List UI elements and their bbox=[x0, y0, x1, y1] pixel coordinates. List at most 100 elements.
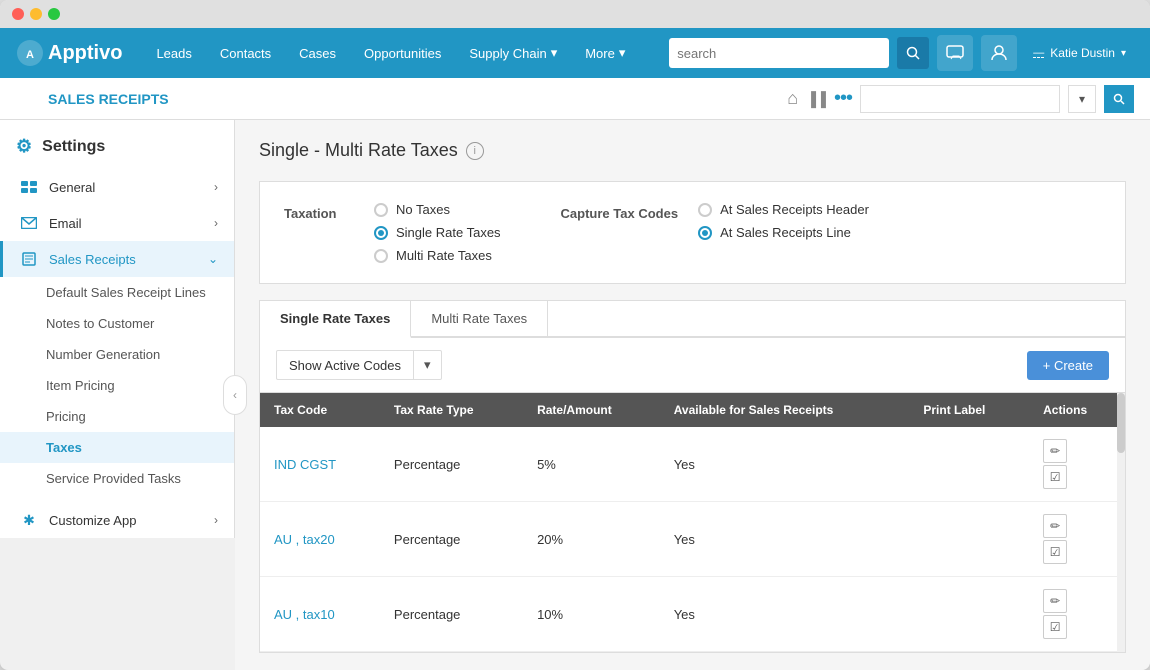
sales-receipts-icon bbox=[19, 251, 39, 267]
single-rate-label: Single Rate Taxes bbox=[396, 225, 501, 240]
general-arrow-icon: › bbox=[214, 180, 218, 194]
sidebar-subitem-default-lines[interactable]: Default Sales Receipt Lines bbox=[0, 277, 234, 308]
sidebar-item-email[interactable]: Email › bbox=[0, 205, 234, 241]
sidebar-collapse-button[interactable]: ‹ bbox=[223, 375, 247, 415]
at-header-label: At Sales Receipts Header bbox=[720, 202, 869, 217]
radio-multi-rate[interactable]: Multi Rate Taxes bbox=[374, 248, 501, 263]
search-button[interactable] bbox=[897, 37, 929, 69]
table-toolbar: Show Active Codes ▾ + Create bbox=[260, 338, 1125, 393]
radio-no-taxes[interactable]: No Taxes bbox=[374, 202, 501, 217]
sidebar-item-sales-receipts[interactable]: Sales Receipts ⌄ bbox=[0, 241, 234, 277]
scrollbar-thumb[interactable] bbox=[1117, 393, 1125, 453]
cell-print-label-3 bbox=[909, 577, 1029, 652]
sidebar-item-general[interactable]: General › bbox=[0, 169, 234, 205]
page-title-area: Single - Multi Rate Taxes i bbox=[259, 140, 1126, 161]
cell-rate-type-2: Percentage bbox=[380, 502, 523, 577]
search-icon bbox=[906, 46, 920, 60]
table-row: AU , tax20 Percentage 20% Yes ✏ bbox=[260, 502, 1125, 577]
sidebar: ⚙ Settings General › bbox=[0, 120, 235, 538]
tab-multi-rate[interactable]: Multi Rate Taxes bbox=[411, 301, 548, 337]
maximize-dot[interactable] bbox=[48, 8, 60, 20]
tax-code-link-3[interactable]: AU , tax10 bbox=[274, 607, 335, 622]
cell-rate-1: 5% bbox=[523, 427, 660, 502]
general-icon bbox=[19, 179, 39, 195]
user-profile-button[interactable] bbox=[981, 35, 1017, 71]
tab-divider bbox=[548, 301, 1125, 337]
messages-button[interactable] bbox=[937, 35, 973, 71]
create-button[interactable]: + Create bbox=[1027, 351, 1109, 380]
home-icon[interactable]: ⌂ bbox=[787, 88, 798, 109]
sidebar-subitem-notes[interactable]: Notes to Customer bbox=[0, 308, 234, 339]
edit-button-3[interactable]: ✏ bbox=[1043, 589, 1067, 613]
minimize-dot[interactable] bbox=[30, 8, 42, 20]
hamburger-menu[interactable] bbox=[16, 87, 36, 111]
nav-more[interactable]: More ▾ bbox=[571, 28, 639, 78]
sidebar-item-customize[interactable]: ✱ Customize App › bbox=[0, 502, 234, 538]
chart-icon[interactable]: ▐▐ bbox=[806, 91, 826, 107]
more-options-button[interactable]: ••• bbox=[834, 87, 852, 110]
sidebar-subitem-taxes[interactable]: Taxes bbox=[0, 432, 234, 463]
tax-code-link-2[interactable]: AU , tax20 bbox=[274, 532, 335, 547]
view-button-2[interactable]: ☑ bbox=[1043, 540, 1067, 564]
nav-opportunities[interactable]: Opportunities bbox=[350, 28, 455, 78]
subnav-search-icon bbox=[1113, 93, 1125, 105]
search-input[interactable] bbox=[669, 38, 889, 68]
main-area: ⚙ Settings General › bbox=[0, 120, 1150, 670]
close-dot[interactable] bbox=[12, 8, 24, 20]
edit-button-2[interactable]: ✏ bbox=[1043, 514, 1067, 538]
tax-code-link-1[interactable]: IND CGST bbox=[274, 457, 336, 472]
more-arrow-icon: ▾ bbox=[619, 45, 626, 61]
supply-chain-arrow-icon: ▾ bbox=[551, 45, 558, 61]
sidebar-subitem-item-pricing[interactable]: Item Pricing bbox=[0, 370, 234, 401]
nav-more-label: More bbox=[585, 46, 615, 61]
view-button-1[interactable]: ☑ bbox=[1043, 465, 1067, 489]
email-arrow-icon: › bbox=[214, 216, 218, 230]
filter-dropdown-arrow-icon[interactable]: ▾ bbox=[413, 351, 441, 379]
radio-no-taxes-btn bbox=[374, 203, 388, 217]
customize-arrow-icon: › bbox=[214, 513, 218, 527]
taxation-options: No Taxes Single Rate Taxes Multi Rate Ta… bbox=[374, 202, 501, 263]
tab-single-rate[interactable]: Single Rate Taxes bbox=[260, 301, 411, 338]
col-actions: Actions bbox=[1029, 393, 1125, 427]
email-icon bbox=[19, 215, 39, 231]
info-icon[interactable]: i bbox=[466, 142, 484, 160]
cell-available-2: Yes bbox=[660, 502, 910, 577]
sidebar-subitem-pricing[interactable]: Pricing bbox=[0, 401, 234, 432]
nav-contacts[interactable]: Contacts bbox=[206, 28, 285, 78]
sidebar-subitem-number-gen[interactable]: Number Generation bbox=[0, 339, 234, 370]
view-button-3[interactable]: ☑ bbox=[1043, 615, 1067, 639]
subnav-search-button[interactable] bbox=[1104, 85, 1134, 113]
svg-text:A: A bbox=[26, 49, 34, 61]
tax-table: Tax Code Tax Rate Type Rate/Amount Avail… bbox=[260, 393, 1125, 652]
header-row: Tax Code Tax Rate Type Rate/Amount Avail… bbox=[260, 393, 1125, 427]
radio-single-rate[interactable]: Single Rate Taxes bbox=[374, 225, 501, 240]
general-label: General bbox=[49, 180, 214, 195]
filter-dropdown[interactable]: Show Active Codes ▾ bbox=[276, 350, 442, 380]
nav-supply-chain[interactable]: Supply Chain ▾ bbox=[455, 28, 571, 78]
taxation-label: Taxation bbox=[284, 202, 354, 221]
subnav-dropdown-button[interactable]: ▾ bbox=[1068, 85, 1096, 113]
cell-available-1: Yes bbox=[660, 427, 910, 502]
nav-leads[interactable]: Leads bbox=[142, 28, 205, 78]
customize-icon: ✱ bbox=[19, 512, 39, 528]
nav-cases[interactable]: Cases bbox=[285, 28, 350, 78]
cell-rate-2: 20% bbox=[523, 502, 660, 577]
table-scrollbar[interactable] bbox=[1117, 393, 1125, 652]
sidebar-subitem-service-tasks[interactable]: Service Provided Tasks bbox=[0, 463, 234, 494]
radio-at-line[interactable]: At Sales Receipts Line bbox=[698, 225, 869, 240]
cell-actions-1: ✏ ☑ bbox=[1029, 427, 1125, 502]
edit-button-1[interactable]: ✏ bbox=[1043, 439, 1067, 463]
taxation-settings: Taxation No Taxes Single Rate Taxes bbox=[259, 181, 1126, 284]
table-wrapper: Tax Code Tax Rate Type Rate/Amount Avail… bbox=[260, 393, 1125, 652]
settings-header: ⚙ Settings bbox=[0, 120, 234, 169]
subnav-search-input[interactable] bbox=[860, 85, 1060, 113]
sub-navigation: SALES RECEIPTS ⌂ ▐▐ ••• ▾ bbox=[0, 78, 1150, 120]
multi-rate-label: Multi Rate Taxes bbox=[396, 248, 492, 263]
sales-receipts-label: Sales Receipts bbox=[49, 252, 208, 267]
capture-tax-label: Capture Tax Codes bbox=[561, 202, 679, 221]
at-line-label: At Sales Receipts Line bbox=[720, 225, 851, 240]
user-menu[interactable]: — Katie Dustin ▾ bbox=[1025, 46, 1134, 60]
radio-at-header[interactable]: At Sales Receipts Header bbox=[698, 202, 869, 217]
table-section: Show Active Codes ▾ + Create Tax Code Ta… bbox=[259, 337, 1126, 653]
table-row: AU , tax10 Percentage 10% Yes ✏ bbox=[260, 577, 1125, 652]
